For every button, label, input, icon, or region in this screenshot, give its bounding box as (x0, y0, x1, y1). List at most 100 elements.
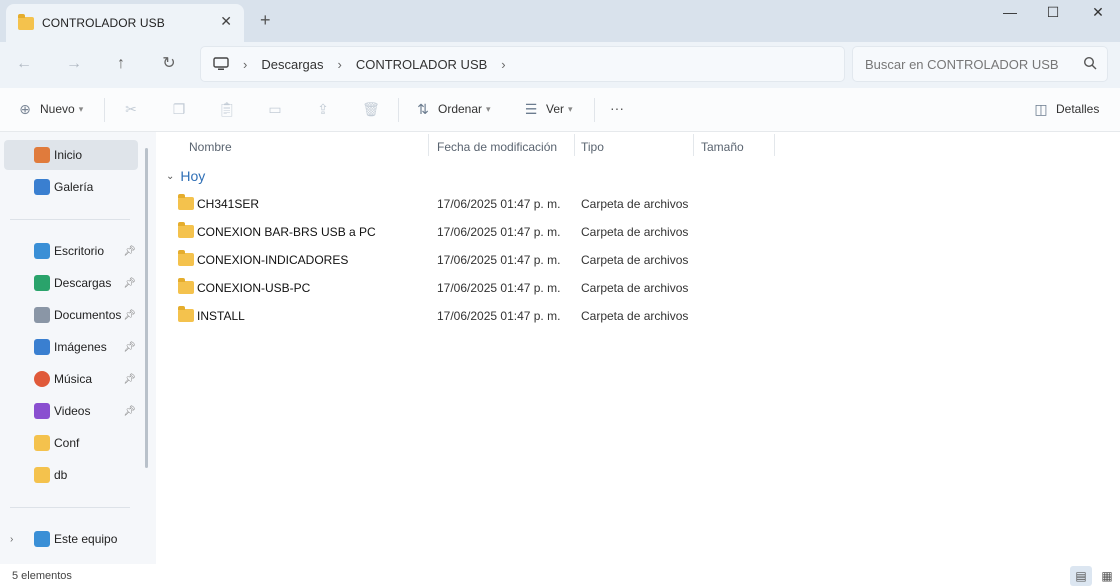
sort-label: Ordenar (438, 102, 483, 116)
more-options-button[interactable]: ··· (610, 100, 624, 116)
chevron-down-icon: ▾ (568, 103, 573, 114)
tab-controlador-usb[interactable]: CONTROLADOR USB ✕ (6, 4, 244, 42)
breadcrumb-descargas[interactable]: Descargas (261, 57, 323, 72)
toolbar-divider (104, 98, 105, 122)
sidebar-item-este-equipo[interactable]: Este equipo (4, 524, 138, 554)
new-tab-button[interactable]: + (260, 10, 271, 31)
details-label: Detalles (1056, 102, 1100, 116)
share-button[interactable]: ⇪ (314, 100, 338, 118)
sidebar-item-label: Descargas (54, 276, 112, 290)
sidebar-item-conf[interactable]: Conf (4, 428, 138, 458)
rename-icon: ▭ (268, 101, 282, 117)
title-bar: CONTROLADOR USB ✕ + — ☐ ✕ (0, 0, 1120, 42)
copy-button[interactable]: ❐ (170, 100, 194, 118)
sidebar-item-label: Conf (54, 436, 80, 450)
file-row[interactable]: INSTALL 17/06/2025 01:47 p. m. Carpeta d… (176, 302, 1116, 330)
navigation-bar: ← → ↑ ↻ › Descargas › CONTROLADOR USB › … (0, 42, 1120, 88)
sort-icon: ⇅ (417, 101, 429, 117)
column-divider[interactable] (774, 134, 775, 156)
file-row[interactable]: CONEXION-INDICADORES 17/06/2025 01:47 p.… (176, 246, 1116, 274)
address-bar[interactable]: › Descargas › CONTROLADOR USB › (200, 46, 845, 82)
sidebar-item-galeria[interactable]: Galería (4, 172, 138, 202)
document-icon (34, 307, 50, 323)
sidebar-item-videos[interactable]: Videos 📌︎ (4, 396, 138, 426)
sidebar-item-label: db (54, 468, 68, 482)
chevron-down-icon: ▾ (78, 103, 84, 114)
sidebar-divider (10, 219, 130, 220)
pin-icon: 📌︎ (123, 309, 136, 321)
tiles-view-icon: ▦ (1101, 569, 1113, 583)
column-divider[interactable] (693, 134, 694, 156)
delete-button[interactable]: 🗑︎ (362, 100, 386, 118)
file-name: CONEXION-INDICADORES (197, 253, 349, 267)
sidebar-item-label: Documentos (54, 308, 122, 322)
close-tab-button[interactable]: ✕ (220, 13, 232, 30)
sidebar-item-label: Imágenes (54, 340, 107, 354)
folder-icon (178, 306, 194, 322)
toolbar-divider (594, 98, 595, 122)
details-view-button[interactable]: ▤ (1070, 566, 1092, 586)
pin-icon: 📌︎ (123, 341, 136, 353)
sidebar-item-descargas[interactable]: Descargas 📌︎ (4, 268, 138, 298)
navigation-pane: Inicio Galería Escritorio 📌︎ Descargas 📌… (0, 132, 156, 564)
sidebar-item-documentos[interactable]: Documentos 📌︎ (4, 300, 138, 330)
column-header-name[interactable]: Nombre (189, 140, 232, 154)
item-count: 5 elementos (12, 570, 72, 582)
refresh-button[interactable]: ↻ (157, 52, 181, 76)
home-icon (34, 147, 50, 163)
chevron-down-icon: ⌄ (166, 170, 175, 182)
column-divider[interactable] (574, 134, 575, 156)
column-header-size[interactable]: Tamaño (701, 140, 744, 154)
file-name: CONEXION BAR-BRS USB a PC (197, 225, 376, 239)
file-type: Carpeta de archivos (581, 309, 689, 323)
pin-icon: 📌︎ (123, 373, 136, 385)
cut-button[interactable]: ✂ (122, 100, 146, 118)
minimize-button[interactable]: — (990, 4, 1030, 24)
file-type: Carpeta de archivos (581, 253, 689, 267)
sidebar-item-musica[interactable]: Música 📌︎ (4, 364, 138, 394)
breadcrumb-separator: › (337, 56, 342, 72)
group-header-hoy[interactable]: ⌄ Hoy (166, 168, 205, 184)
file-date: 17/06/2025 01:47 p. m. (437, 197, 561, 211)
tiles-view-button[interactable]: ▦ (1096, 566, 1118, 586)
breadcrumb-controlador-usb[interactable]: CONTROLADOR USB (356, 57, 487, 72)
search-input[interactable]: Buscar en CONTROLADOR USB (852, 46, 1108, 82)
file-type: Carpeta de archivos (581, 197, 689, 211)
sort-button[interactable]: ⇅ Ordenar ▾ (414, 100, 490, 118)
up-button[interactable]: ↑ (109, 52, 133, 76)
computer-icon (34, 531, 50, 547)
maximize-button[interactable]: ☐ (1033, 4, 1073, 24)
file-row[interactable]: CH341SER 17/06/2025 01:47 p. m. Carpeta … (176, 190, 1116, 218)
new-button[interactable]: ⊕ Nuevo ▾ (16, 100, 83, 118)
sidebar-item-imagenes[interactable]: Imágenes 📌︎ (4, 332, 138, 362)
back-button[interactable]: ← (12, 52, 36, 76)
column-divider[interactable] (428, 134, 429, 156)
sidebar-item-db[interactable]: db (4, 460, 138, 490)
details-button[interactable]: ◫ Detalles (1032, 100, 1099, 118)
close-window-button[interactable]: ✕ (1078, 4, 1118, 24)
rename-button[interactable]: ▭ (266, 100, 290, 118)
column-header-type[interactable]: Tipo (581, 140, 604, 154)
folder-icon (34, 435, 50, 451)
trash-icon: 🗑︎ (362, 101, 380, 117)
sidebar-item-escritorio[interactable]: Escritorio 📌︎ (4, 236, 138, 266)
paste-button[interactable]: 📋︎ (218, 100, 242, 118)
tab-title: CONTROLADOR USB (42, 16, 165, 30)
folder-icon (178, 278, 194, 294)
forward-button[interactable]: → (62, 52, 86, 76)
file-date: 17/06/2025 01:47 p. m. (437, 225, 561, 239)
sidebar-item-label: Videos (54, 404, 91, 418)
gallery-icon (34, 179, 50, 195)
sidebar-scrollbar[interactable] (145, 148, 148, 468)
view-button[interactable]: ☰ Ver ▾ (522, 100, 573, 118)
folder-icon (178, 194, 194, 210)
file-name: CONEXION-USB-PC (197, 281, 311, 295)
sidebar-item-label: Inicio (54, 148, 83, 162)
sidebar-item-label: Este equipo (54, 532, 118, 546)
file-row[interactable]: CONEXION-USB-PC 17/06/2025 01:47 p. m. C… (176, 274, 1116, 302)
breadcrumb-separator[interactable]: › (501, 57, 505, 72)
column-header-date[interactable]: Fecha de modificación (437, 140, 557, 154)
sidebar-item-inicio[interactable]: Inicio (4, 140, 138, 170)
desktop-icon (34, 243, 50, 259)
file-row[interactable]: CONEXION BAR-BRS USB a PC 17/06/2025 01:… (176, 218, 1116, 246)
